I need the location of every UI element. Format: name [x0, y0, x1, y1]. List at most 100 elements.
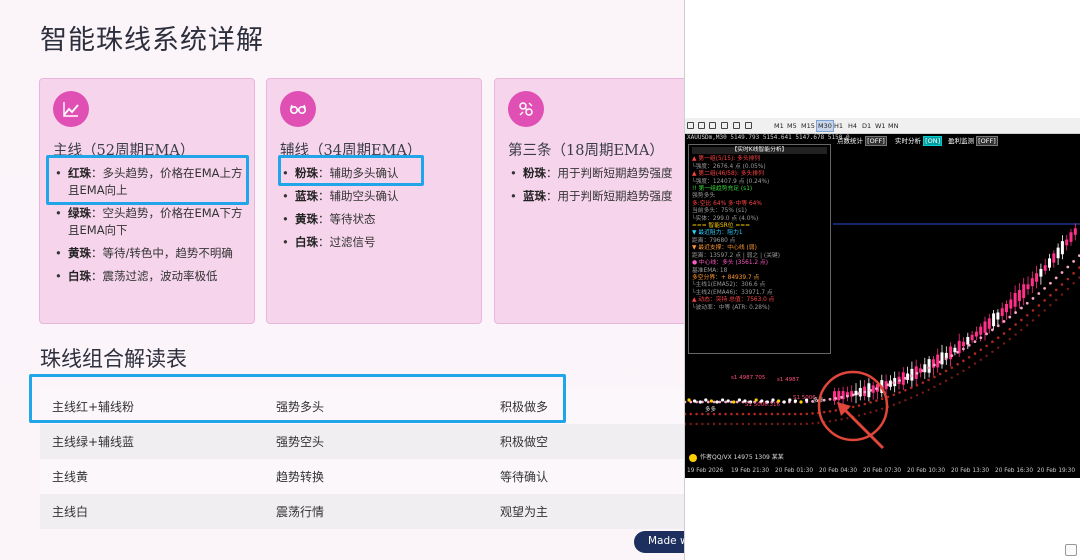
red-ema-dot [979, 348, 983, 352]
candle [936, 354, 940, 368]
table-row: 主线红+辅线粉 强势多头 积极做多 [40, 389, 684, 424]
table-row: 主线黄 趋势转换 等待确认 [40, 459, 684, 494]
timeframe-m30[interactable]: M30 [816, 120, 834, 132]
pink-ema-dot [1054, 276, 1058, 280]
line-icon[interactable] [698, 122, 705, 129]
analysis-line: └主线1(EMA52)：306.6 点 [692, 282, 766, 289]
analysis-line: ▲ 第一组(5/15): 多头排列 [692, 156, 761, 163]
red-ema-dot [1049, 293, 1052, 297]
pink-ema-dot [1043, 287, 1046, 290]
time-label: 20 Feb 13:30 [951, 468, 990, 474]
dark-ema-dot [840, 418, 843, 421]
time-label: 19 Feb 21:30 [731, 468, 770, 474]
pink-ema-dot [1008, 315, 1012, 319]
pink-ema-dot [979, 336, 983, 340]
red-ema-dot [1014, 323, 1017, 326]
dark-ema-dot [898, 401, 901, 404]
pink-ema-dot [840, 395, 843, 399]
red-ema-dot [869, 401, 872, 404]
bead-dot [721, 398, 725, 402]
timeframe-h1[interactable]: H1 [834, 122, 843, 130]
card-third-line: 第三条（18周期EMA） 粉珠：用于判断短期趋势强度 蓝珠：用于判断短期趋势强度 [494, 78, 684, 324]
pink-ema-dot [1037, 292, 1041, 295]
analysis-line: ▼ 最近支撑：中心线 (弱) [692, 245, 757, 252]
candle [970, 334, 974, 341]
timeframe-m1[interactable]: M1 [774, 122, 784, 130]
pink-ema-dot [909, 374, 913, 378]
candle [1009, 299, 1013, 309]
pink-ema-dot [904, 376, 907, 380]
timeframe-toolbar: M1 M5 M15 M30 H1 H4 D1 W1 MN [685, 118, 1080, 134]
bead-dot [782, 400, 786, 404]
dark-ema-dot [689, 422, 692, 426]
dark-ema-dot [782, 422, 785, 426]
dark-ema-dot [707, 422, 710, 426]
dark-ema-dot [956, 373, 959, 376]
candle [1026, 284, 1030, 290]
bead-dot [693, 399, 697, 403]
candle [1039, 268, 1043, 277]
table-cell: 积极做空 [500, 435, 549, 449]
resize-icon[interactable] [1065, 544, 1077, 556]
author-credit: 作者QQ/VX 14975 1309 某某 [689, 452, 784, 462]
candle [927, 359, 931, 373]
red-ema-dot [695, 412, 698, 416]
pink-ema-dot [985, 332, 988, 336]
template-icon[interactable] [745, 122, 752, 129]
candle [837, 391, 841, 401]
red-ema-dot [718, 412, 722, 416]
red-ema-dot [944, 369, 948, 373]
list-item: 绿珠：空头趋势，价格在EMA下方且EMA向下 [55, 205, 250, 239]
crosshair-icon[interactable] [687, 122, 694, 129]
time-label: 20 Feb 16:30 [995, 468, 1034, 474]
draw-tool-icon[interactable] [721, 122, 728, 129]
analysis-line: └波动率：中等 (ATR: 0.28%) [692, 304, 770, 311]
dark-ema-dot [857, 414, 861, 417]
dark-ema-dot [701, 422, 704, 426]
dark-ema-dot [759, 422, 762, 426]
dark-ema-dot [910, 396, 913, 400]
dark-ema-dot [1020, 328, 1023, 332]
red-ema-dot [950, 366, 954, 369]
pink-ema-dot [685, 400, 687, 404]
table-cell: 主线绿+辅线蓝 [52, 435, 135, 449]
timeframe-mn[interactable]: MN [888, 122, 898, 130]
toggle-live-analysis[interactable]: 实时分析 [ON] [895, 135, 943, 146]
card-title: 第三条（18周期EMA） [508, 143, 664, 159]
timeframe-m15[interactable]: M15 [801, 122, 815, 130]
table-row: 主线绿+辅线蓝 强势空头 积极做空 [40, 424, 684, 459]
red-ema-dot [898, 391, 901, 394]
analysis-line: ▲ 动态：突持 总值：7563.0 点 [692, 297, 775, 304]
red-ema-dot [904, 388, 907, 392]
candle [1005, 303, 1008, 313]
candle [931, 359, 935, 368]
price-chart[interactable]: s1 4987.705 s1 4987 S1 5006.316 S1 5006 多多 多多… [685, 134, 1080, 476]
dark-ema-dot [1055, 298, 1058, 302]
candle [1065, 239, 1069, 246]
red-ema-dot [770, 412, 774, 416]
timeframe-w1[interactable]: W1 [875, 122, 886, 130]
red-ema-dot [1037, 304, 1041, 307]
timeframe-d1[interactable]: D1 [862, 122, 871, 130]
dark-ema-dot [753, 422, 756, 426]
period-icon[interactable] [733, 122, 740, 129]
list-item: 黄珠：等待/转色中，趋势不明确 [55, 245, 250, 262]
toggle-profit-monitor[interactable]: 盈利监测 [OFF] [948, 135, 998, 146]
page-title: 智能珠线系统详解 [40, 25, 264, 56]
red-ema-dot [811, 412, 814, 415]
dark-ema-dot [979, 358, 982, 361]
dark-ema-dot [1031, 319, 1035, 322]
made-with-badge[interactable]: Made wit [634, 531, 684, 553]
text-tool-icon[interactable] [709, 122, 716, 129]
timeframe-m5[interactable]: M5 [787, 122, 797, 130]
table-cell: 强势空头 [276, 435, 325, 449]
yin-yang-icon [689, 453, 697, 462]
pink-ema-dot [724, 400, 727, 404]
dark-ema-dot [944, 379, 948, 383]
timeframe-h4[interactable]: H4 [848, 122, 857, 130]
window-footer [685, 478, 1080, 560]
dark-ema-dot [1066, 287, 1069, 291]
toggle-points-stats[interactable]: 点数统计 [OFF] [837, 135, 887, 146]
strategy-icon [508, 91, 544, 127]
red-ema-dot [834, 409, 838, 412]
